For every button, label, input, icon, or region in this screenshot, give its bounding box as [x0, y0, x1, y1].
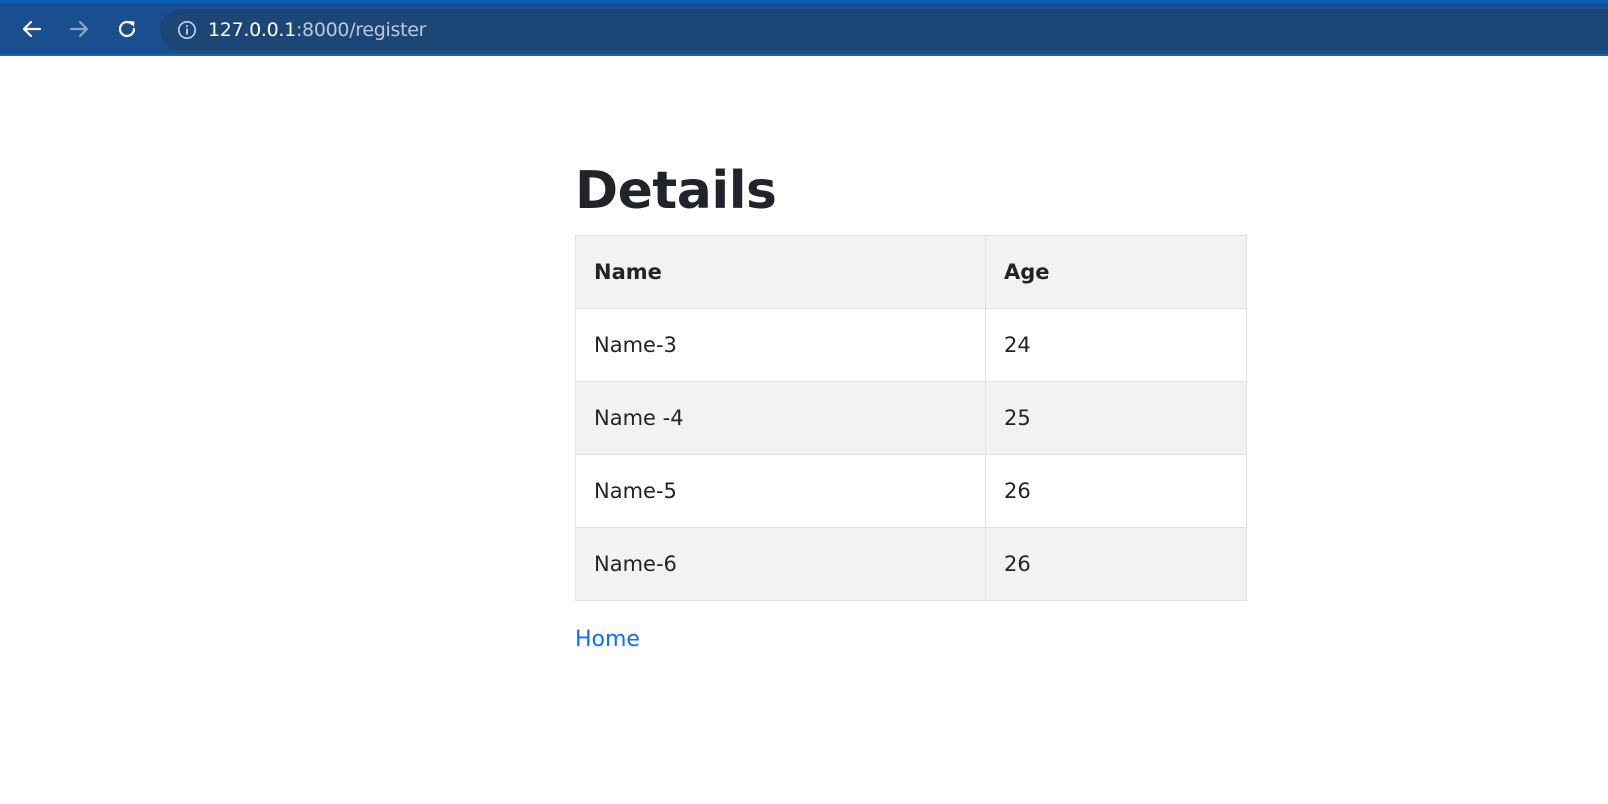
- table-row: Name-3 24: [575, 308, 1247, 382]
- cell-name: Name-3: [575, 308, 986, 382]
- details-table: Name Age Name-3 24 Name -4 25 Name-5 26 …: [575, 235, 1247, 601]
- forward-button[interactable]: [63, 13, 95, 45]
- table-row: Name-5 26: [575, 454, 1247, 528]
- home-link[interactable]: Home: [575, 627, 640, 652]
- url-path: :8000/register: [295, 19, 427, 41]
- cell-name: Name -4: [575, 381, 986, 455]
- cell-name: Name-6: [575, 527, 986, 601]
- reload-icon: [116, 18, 138, 40]
- column-header-age: Age: [985, 235, 1247, 309]
- cell-age: 26: [985, 527, 1247, 601]
- address-bar[interactable]: 127.0.0.1:8000/register: [160, 9, 1608, 51]
- browser-toolbar: 127.0.0.1:8000/register: [0, 0, 1608, 56]
- url-text[interactable]: 127.0.0.1:8000/register: [208, 19, 426, 41]
- reload-button[interactable]: [111, 13, 143, 45]
- page-title: Details: [575, 161, 777, 221]
- arrow-right-icon: [68, 18, 90, 40]
- table-header-row: Name Age: [575, 235, 1247, 309]
- info-icon[interactable]: [176, 19, 198, 41]
- column-header-name: Name: [575, 235, 986, 309]
- url-host: 127.0.0.1: [208, 19, 296, 41]
- cell-age: 24: [985, 308, 1247, 382]
- table-row: Name-6 26: [575, 527, 1247, 601]
- cell-name: Name-5: [575, 454, 986, 528]
- table-row: Name -4 25: [575, 381, 1247, 455]
- cell-age: 26: [985, 454, 1247, 528]
- main-content: Details Name Age Name-3 24 Name -4 25 Na…: [575, 155, 1247, 652]
- arrow-left-icon: [21, 18, 43, 40]
- cell-age: 25: [985, 381, 1247, 455]
- back-button[interactable]: [16, 13, 48, 45]
